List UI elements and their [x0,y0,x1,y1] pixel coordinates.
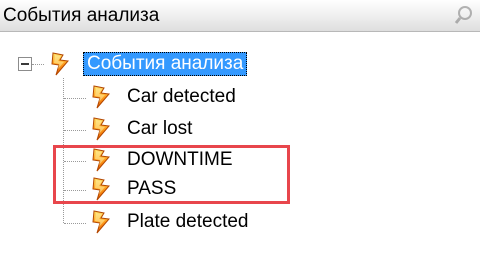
annotation-highlight-box [53,145,290,204]
tree-connector [64,98,86,99]
tree-connector [64,223,86,224]
events-tree: События анализа Car detected Car lost DO… [0,32,480,254]
tree-item-plate-detected[interactable]: Plate detected [127,210,248,234]
lightning-event-icon [88,84,114,110]
collapse-toggle[interactable] [18,57,32,71]
search-icon[interactable] [454,3,478,27]
lightning-event-icon [47,51,73,77]
panel-title: События анализа [3,5,160,26]
tree-connector [32,64,44,65]
tree-connector [64,130,86,131]
lightning-event-icon [88,209,114,235]
tree-item-car-lost[interactable]: Car lost [127,117,192,141]
lightning-event-icon [88,116,114,142]
tree-root-item[interactable]: События анализа [83,52,248,76]
tree-item-car-detected[interactable]: Car detected [127,85,236,109]
panel-header: События анализа [0,0,480,32]
